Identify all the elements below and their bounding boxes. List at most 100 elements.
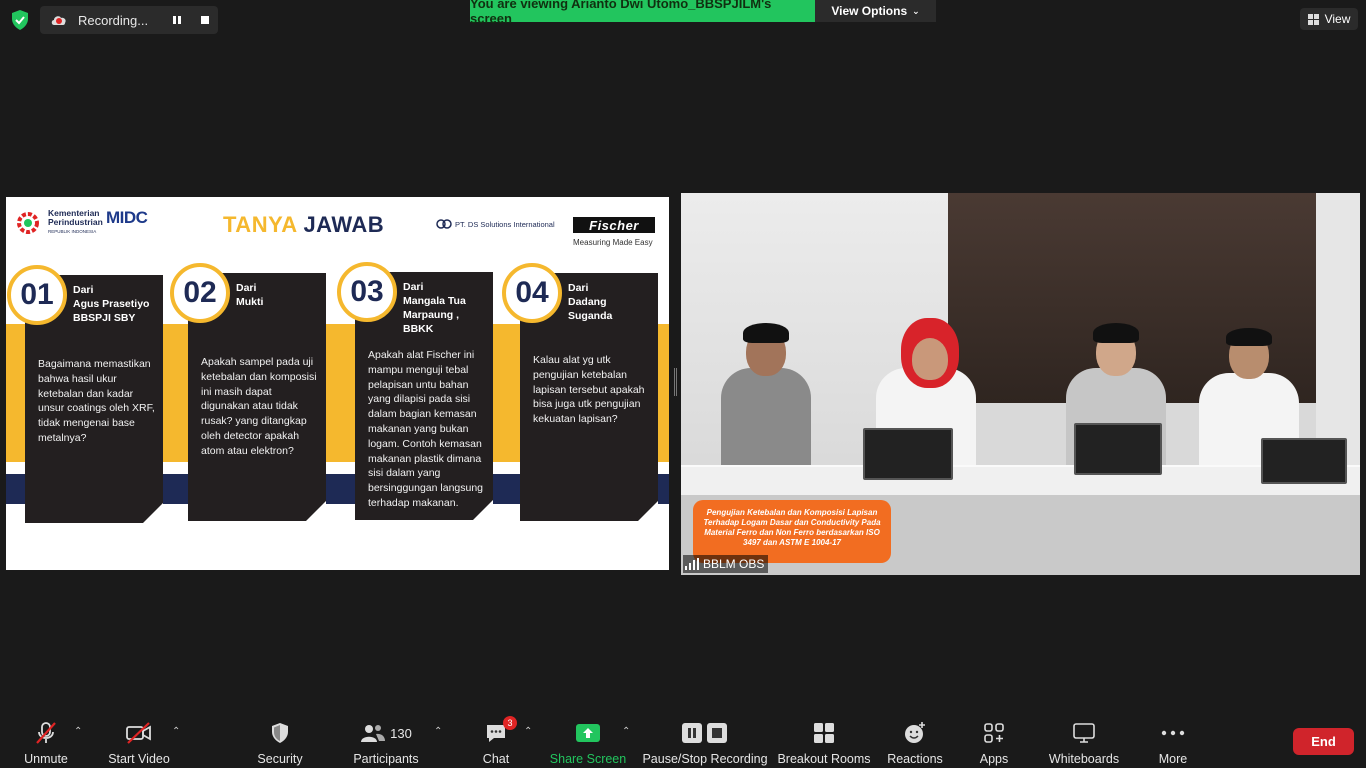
card-corner xyxy=(306,501,326,521)
video-laptop xyxy=(1261,438,1347,484)
question-from-text: Dari Agus Prasetiyo BBSPJI SBY xyxy=(73,284,150,324)
chat-label: Chat xyxy=(482,752,510,766)
slide-title: TANYA JAWAB xyxy=(223,212,384,238)
pause-stop-recording-button[interactable]: Pause/Stop Recording xyxy=(642,712,768,768)
video-lower-third: Pengujian Ketebalan dan Komposisi Lapisa… xyxy=(693,500,891,563)
ds-solutions-logo: PT. DS Solutions International xyxy=(436,219,555,229)
cloud-record-icon xyxy=(51,16,66,25)
start-video-button[interactable]: Start Video xyxy=(104,712,174,768)
participant-video[interactable]: Pengujian Ketebalan dan Komposisi Lapisa… xyxy=(681,193,1360,575)
question-card-3: 03 Dari Mangala Tua Marpaung , BBKK Apak… xyxy=(337,262,493,520)
breakout-rooms-label: Breakout Rooms xyxy=(777,752,871,766)
recording-label: Recording... xyxy=(78,12,149,28)
unmute-button[interactable]: Unmute xyxy=(18,712,74,768)
chat-options-chevron-up-icon[interactable]: ⌃ xyxy=(524,726,532,737)
microphone-muted-icon xyxy=(36,722,56,744)
slide-title-part2: JAWAB xyxy=(303,212,385,237)
apps-button[interactable]: Apps xyxy=(974,712,1014,768)
question-text: Apakah sampel pada uji ketebalan dan kom… xyxy=(201,356,317,457)
share-screen-label: Share Screen xyxy=(549,752,627,766)
reactions-smiley-icon xyxy=(905,722,925,743)
more-label: More xyxy=(1158,752,1188,766)
stop-recording-icon[interactable] xyxy=(200,15,210,25)
participants-count: 130 xyxy=(390,725,412,741)
question-from-text: Dari Mangala Tua Marpaung , BBKK xyxy=(403,281,466,335)
split-resize-handle[interactable] xyxy=(674,368,677,396)
question-text: Bagaimana memastikan bahwa hasil ukur ke… xyxy=(38,358,155,444)
view-options-button[interactable]: View Options ⌄ xyxy=(815,0,936,22)
video-options-chevron-up-icon[interactable]: ⌃ xyxy=(172,726,180,737)
card-corner xyxy=(638,501,658,521)
whiteboards-label: Whiteboards xyxy=(1048,752,1120,766)
question-card-4: 04 Dari Dadang Suganda Kalau alat yg utk… xyxy=(502,263,658,521)
kemenperin-sub: REPUBLIK INDONESIA xyxy=(48,229,97,234)
whiteboard-icon xyxy=(1073,723,1095,743)
participants-icon xyxy=(361,725,386,742)
question-number: 03 xyxy=(337,262,397,322)
slide-title-part1: TANYA xyxy=(223,212,297,237)
chat-unread-badge: 3 xyxy=(503,716,517,730)
viewing-screen-banner: You are viewing Arianto Dwi Utomo_BBSPJI… xyxy=(470,0,815,26)
reactions-button[interactable]: Reactions xyxy=(886,712,944,768)
fischer-logo: Fischer xyxy=(573,217,655,233)
kemenperin-logo: Kementerian Perindustrian REPUBLIK INDON… xyxy=(16,209,103,236)
share-options-chevron-up-icon[interactable]: ⌃ xyxy=(622,726,630,737)
participant-name: BBLM OBS xyxy=(703,557,765,571)
fischer-tagline: Measuring Made Easy xyxy=(573,238,653,247)
participant-name-tag: BBLM OBS xyxy=(683,555,769,573)
pause-stop-recording-label: Pause/Stop Recording xyxy=(642,752,768,766)
question-text: Kalau alat yg utk pengujian ketebalan la… xyxy=(533,354,645,426)
signal-bars-icon xyxy=(685,558,699,570)
video-laptop xyxy=(863,428,953,480)
unmute-label: Unmute xyxy=(24,752,68,766)
participants-button[interactable]: 130 Participants xyxy=(352,712,420,768)
card-corner xyxy=(473,500,493,520)
kemenperin-gear-icon xyxy=(17,211,39,234)
breakout-rooms-button[interactable]: Breakout Rooms xyxy=(777,712,871,768)
kemenperin-line2: Perindustrian xyxy=(48,217,103,227)
video-table xyxy=(681,465,1360,495)
question-from-text: Dari Dadang Suganda xyxy=(568,282,613,322)
question-from: Dari Agus Prasetiyo BBSPJI SBY xyxy=(73,283,163,325)
question-card-1: 01 Dari Agus Prasetiyo BBSPJI SBY Bagaim… xyxy=(7,265,163,523)
share-screen-button[interactable]: Share Screen xyxy=(549,712,627,768)
ds-logo-icon xyxy=(436,219,452,229)
grid-view-icon xyxy=(1307,13,1319,25)
meeting-toolbar: Unmute ⌃ Start Video ⌃ Security 130 Part… xyxy=(0,712,1366,768)
security-shield-toolbar-icon xyxy=(272,723,288,743)
start-video-label: Start Video xyxy=(108,752,170,766)
question-from: Dari Dadang Suganda xyxy=(568,281,658,323)
pause-recording-icon[interactable] xyxy=(172,15,182,25)
apps-icon xyxy=(984,723,1004,743)
security-button[interactable]: Security xyxy=(254,712,306,768)
question-number: 01 xyxy=(7,265,67,325)
question-number: 04 xyxy=(502,263,562,323)
participants-options-chevron-up-icon[interactable]: ⌃ xyxy=(434,726,442,737)
question-card-2: 02 Dari Mukti Apakah sampel pada uji ket… xyxy=(170,263,326,521)
midc-logo: MIDC xyxy=(106,208,148,227)
question-text: Apakah alat Fischer ini mampu menguji te… xyxy=(368,349,484,509)
whiteboards-button[interactable]: Whiteboards xyxy=(1046,712,1122,768)
ds-logo-text: PT. DS Solutions International xyxy=(455,219,555,229)
pause-stop-icon xyxy=(682,723,727,743)
more-dots-icon xyxy=(1161,730,1185,736)
recording-indicator: Recording... xyxy=(40,6,218,34)
view-button[interactable]: View xyxy=(1300,8,1358,30)
audio-options-chevron-up-icon[interactable]: ⌃ xyxy=(74,726,82,737)
security-label: Security xyxy=(257,752,303,766)
participants-label: Participants xyxy=(353,752,419,766)
view-label: View xyxy=(1324,12,1351,26)
question-from: Dari Mangala Tua Marpaung , BBKK xyxy=(403,280,493,336)
shared-screen-slide: Kementerian Perindustrian REPUBLIK INDON… xyxy=(6,197,669,570)
more-button[interactable]: More xyxy=(1152,712,1194,768)
view-options-label: View Options xyxy=(831,4,908,18)
question-number: 02 xyxy=(170,263,230,323)
video-laptop xyxy=(1074,423,1162,475)
question-from-text: Dari Mukti xyxy=(236,282,264,308)
end-meeting-button[interactable]: End xyxy=(1293,728,1354,755)
apps-label: Apps xyxy=(979,752,1009,766)
chat-button[interactable]: 3 Chat xyxy=(478,712,517,768)
chevron-down-icon: ⌄ xyxy=(912,5,920,16)
reactions-label: Reactions xyxy=(887,752,943,766)
security-shield-icon[interactable] xyxy=(8,8,32,32)
